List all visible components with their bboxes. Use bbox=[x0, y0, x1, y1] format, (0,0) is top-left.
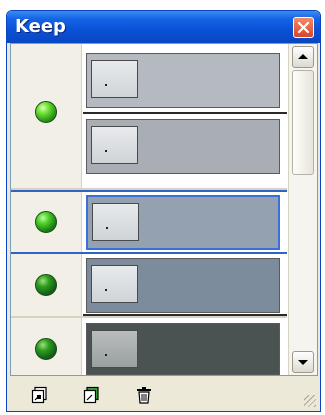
scroll-thumb[interactable] bbox=[292, 70, 314, 175]
note-thumbnail bbox=[91, 126, 138, 164]
note-card[interactable] bbox=[86, 195, 280, 250]
vertical-scrollbar[interactable] bbox=[288, 44, 317, 375]
scroll-down-button[interactable] bbox=[292, 351, 314, 373]
group-status-cell bbox=[11, 254, 82, 316]
new-note-icon bbox=[31, 386, 47, 404]
note-card[interactable] bbox=[86, 323, 280, 375]
keep-window: Keep bbox=[6, 10, 321, 412]
group-status-cell bbox=[11, 318, 82, 375]
group-status-cell bbox=[11, 44, 82, 188]
close-icon bbox=[297, 21, 310, 34]
group-status-cell bbox=[11, 192, 82, 252]
scroll-up-button[interactable] bbox=[292, 46, 314, 68]
note-group[interactable] bbox=[11, 190, 287, 254]
notes-list bbox=[10, 43, 318, 376]
arrow-down-icon bbox=[298, 360, 308, 365]
status-led-icon bbox=[35, 274, 57, 296]
arrow-up-icon bbox=[298, 54, 308, 59]
note-card[interactable] bbox=[86, 53, 280, 108]
new-group-button[interactable] bbox=[83, 386, 101, 404]
bottom-toolbar bbox=[7, 376, 320, 411]
status-led-icon bbox=[35, 211, 57, 233]
status-led-icon bbox=[35, 338, 57, 360]
note-card[interactable] bbox=[86, 258, 280, 313]
note-group[interactable] bbox=[11, 254, 287, 318]
note-group[interactable] bbox=[11, 44, 287, 190]
note-group[interactable] bbox=[11, 318, 287, 375]
window-title: Keep bbox=[15, 16, 66, 37]
card-divider bbox=[83, 314, 287, 316]
note-thumbnail bbox=[92, 203, 139, 241]
note-thumbnail bbox=[91, 60, 138, 98]
status-led-icon bbox=[35, 101, 57, 123]
trash-icon bbox=[137, 387, 151, 404]
note-thumbnail bbox=[91, 265, 138, 303]
delete-button[interactable] bbox=[135, 386, 153, 404]
resize-grip[interactable] bbox=[304, 395, 316, 407]
title-bar[interactable]: Keep bbox=[7, 11, 320, 43]
card-divider bbox=[83, 112, 287, 114]
new-group-icon bbox=[83, 386, 99, 404]
note-card[interactable] bbox=[86, 119, 280, 174]
close-button[interactable] bbox=[293, 17, 314, 38]
new-note-button[interactable] bbox=[31, 386, 49, 404]
note-thumbnail bbox=[91, 330, 138, 368]
